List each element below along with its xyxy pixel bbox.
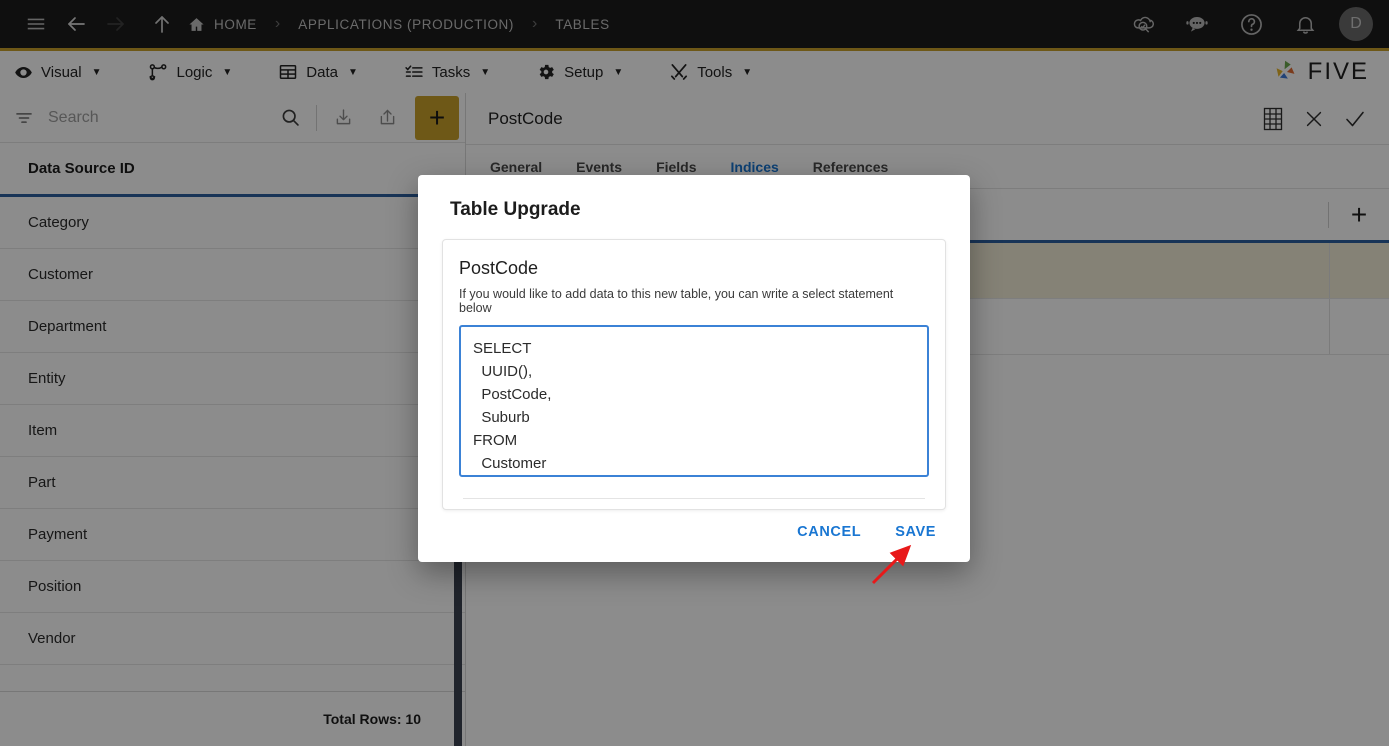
dialog-card: PostCode If you would like to add data t… bbox=[442, 239, 946, 510]
app-root: HOME › APPLICATIONS (PRODUCTION) › TABLE… bbox=[0, 0, 1389, 746]
sql-select-statement-input[interactable]: SELECT UUID(), PostCode, Suburb FROM Cus… bbox=[459, 325, 929, 477]
dialog-actions: CANCEL SAVE bbox=[442, 524, 946, 562]
save-button[interactable]: SAVE bbox=[895, 524, 936, 540]
table-upgrade-dialog: Table Upgrade PostCode If you would like… bbox=[418, 175, 970, 562]
card-divider bbox=[463, 498, 925, 499]
dialog-title: Table Upgrade bbox=[450, 199, 581, 220]
cancel-button[interactable]: CANCEL bbox=[797, 524, 861, 540]
table-name-label: PostCode bbox=[459, 258, 539, 278]
dialog-instruction-text: If you would like to add data to this ne… bbox=[459, 287, 894, 315]
